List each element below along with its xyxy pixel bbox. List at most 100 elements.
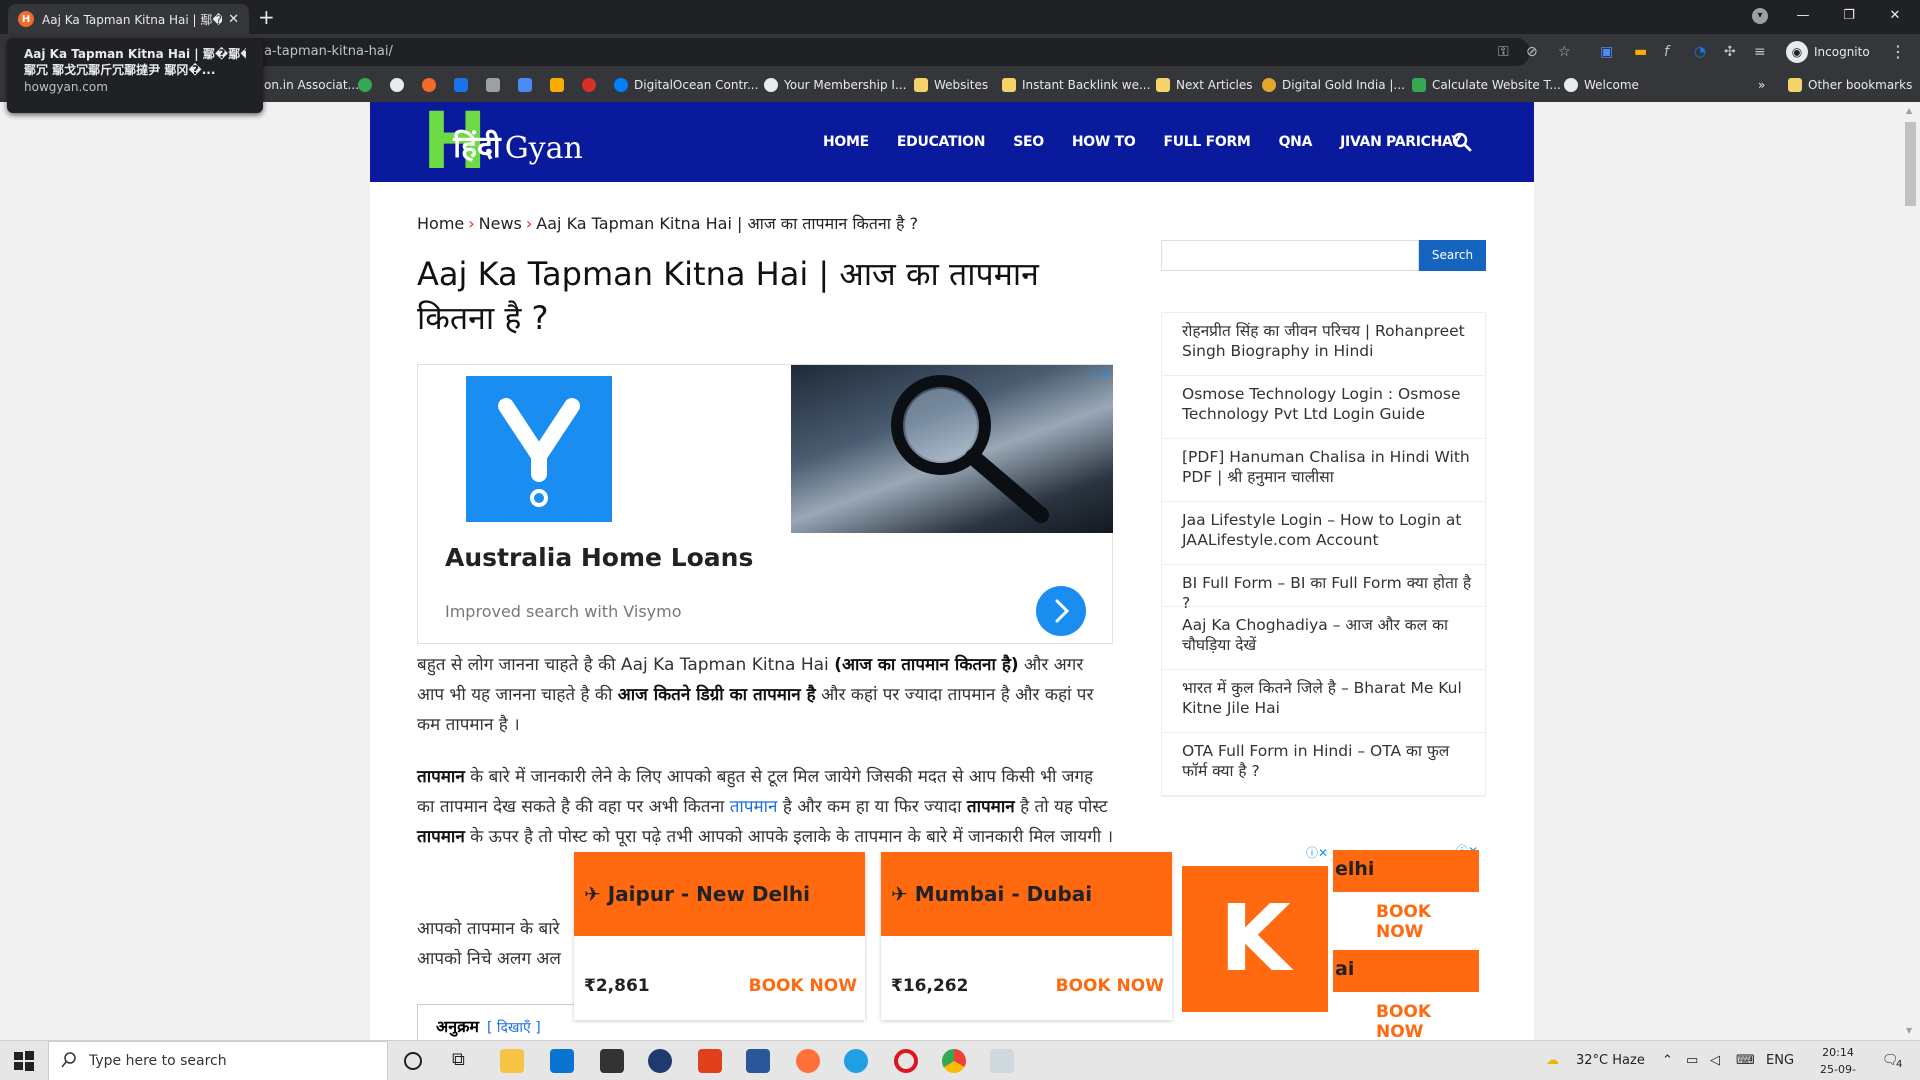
extension-note-icon[interactable]: ▬ bbox=[1634, 44, 1647, 60]
sidebar-search-button[interactable]: Search bbox=[1419, 240, 1486, 271]
bookmark-item[interactable]: Calculate Website T... bbox=[1412, 78, 1561, 92]
toc-toggle-link[interactable]: [ दिखाएँ ] bbox=[487, 1020, 541, 1036]
bookmark-icon-only[interactable] bbox=[358, 78, 378, 92]
scrollbar-thumb[interactable] bbox=[1905, 122, 1916, 206]
bookmark-item[interactable]: Welcome bbox=[1564, 78, 1639, 92]
flight-ad-partial[interactable]: elhi BOOK NOW ai BOOK NOW bbox=[1333, 850, 1479, 1040]
sidebar-search-input[interactable] bbox=[1161, 240, 1419, 271]
windows-start-icon[interactable] bbox=[12, 1049, 36, 1073]
taskbar-search-input[interactable]: Type here to search bbox=[48, 1041, 388, 1080]
more-bookmarks-button[interactable]: » bbox=[1758, 78, 1765, 92]
bookmark-item[interactable]: Digital Gold India |... bbox=[1262, 78, 1405, 92]
tab-close-icon[interactable]: ✕ bbox=[228, 12, 239, 27]
close-window-button[interactable]: ✕ bbox=[1872, 8, 1918, 23]
tab-search-icon[interactable]: ▾ bbox=[1752, 8, 1768, 24]
flight-ad-card[interactable]: ✈ Jaipur - New Delhi ₹2,861 BOOK NOW bbox=[574, 852, 865, 1020]
flight-ad-card[interactable]: ✈ Mumbai - Dubai ₹16,262 BOOK NOW bbox=[881, 852, 1172, 1020]
article-link[interactable]: तापमान bbox=[730, 797, 778, 817]
task-view-icon[interactable]: ⧉ bbox=[452, 1049, 476, 1073]
extension-fx-icon[interactable]: f bbox=[1664, 44, 1669, 60]
extensions-puzzle-icon[interactable]: ✣ bbox=[1724, 44, 1736, 60]
weather-text[interactable]: 32°C Haze bbox=[1576, 1053, 1645, 1068]
bookmark-icon-only[interactable] bbox=[390, 78, 410, 92]
bookmark-icon-only[interactable] bbox=[518, 78, 538, 92]
chrome-icon[interactable] bbox=[942, 1049, 966, 1073]
cortana-icon[interactable] bbox=[404, 1052, 422, 1070]
keyboard-icon[interactable]: ⌨ bbox=[1736, 1053, 1755, 1068]
scroll-down-icon[interactable]: ▼ bbox=[1906, 1026, 1912, 1035]
restore-button[interactable]: ❐ bbox=[1826, 8, 1872, 23]
word-icon[interactable] bbox=[746, 1049, 770, 1073]
bookmark-icon-only[interactable] bbox=[422, 78, 442, 92]
media-app-icon[interactable] bbox=[648, 1049, 672, 1073]
scroll-up-icon[interactable]: ▲ bbox=[1906, 106, 1912, 115]
bookmark-icon-only[interactable] bbox=[454, 78, 474, 92]
adchoices-icon[interactable]: ⓘ✕ bbox=[1306, 844, 1328, 861]
search-icon[interactable] bbox=[1450, 130, 1474, 154]
bookmark-icon-only[interactable] bbox=[486, 78, 506, 92]
network-icon[interactable]: ▭ bbox=[1686, 1053, 1698, 1068]
recent-post-link[interactable]: Aaj Ka Choghadiya – आज और कल का चौघड़िया… bbox=[1162, 607, 1485, 670]
recent-post-link[interactable]: BI Full Form – BI का Full Form क्या होता… bbox=[1162, 565, 1485, 612]
key-icon[interactable]: ⚿ bbox=[1498, 44, 1509, 60]
system-clock[interactable]: 20:14 25-09-2021 bbox=[1810, 1044, 1866, 1080]
office-icon[interactable] bbox=[698, 1049, 722, 1073]
recent-post-link[interactable]: भारत में कुल कितने जिले है – Bharat Me K… bbox=[1162, 670, 1485, 733]
incognito-profile-button[interactable]: ◉ Incognito bbox=[1786, 40, 1870, 64]
file-explorer-icon[interactable] bbox=[500, 1049, 524, 1073]
extension-c-icon[interactable]: ◔ bbox=[1694, 44, 1706, 60]
site-logo[interactable]: H हिंदी Gyan bbox=[422, 103, 583, 181]
recent-post-link[interactable]: [PDF] Hanuman Chalisa in Hindi With PDF … bbox=[1162, 439, 1485, 502]
show-hidden-icons-icon[interactable]: ⌃ bbox=[1662, 1053, 1673, 1068]
opera-icon[interactable] bbox=[894, 1049, 918, 1073]
other-bookmarks-folder[interactable]: Other bookmarks bbox=[1788, 78, 1912, 92]
kayak-logo[interactable]: K bbox=[1182, 866, 1328, 1012]
book-now-button[interactable]: BOOK NOW bbox=[749, 976, 857, 996]
page-scrollbar[interactable]: ▲ ▼ bbox=[1901, 102, 1920, 1040]
breadcrumb-home[interactable]: Home bbox=[417, 214, 464, 233]
bookmark-item[interactable]: DigitalOcean Contr... bbox=[614, 78, 758, 92]
bookmark-icon-only[interactable] bbox=[550, 78, 570, 92]
paint-icon[interactable] bbox=[990, 1049, 1014, 1073]
nav-how-to[interactable]: HOW TO bbox=[1072, 134, 1136, 150]
display-ad[interactable]: ⓘ✕ Australia Home Loans Improved search … bbox=[417, 364, 1113, 644]
address-bar[interactable]: a-tapman-kitna-hai/ bbox=[240, 38, 1530, 66]
new-tab-button[interactable]: + bbox=[258, 5, 275, 29]
browser-tab[interactable]: H Aaj Ka Tapman Kitna Hai | 鄢�鄢 ✕ bbox=[8, 4, 249, 34]
breadcrumb-news[interactable]: News bbox=[479, 214, 522, 233]
adchoices-icon[interactable]: ⓘ✕ bbox=[1088, 365, 1110, 382]
recent-post-link[interactable]: रोहनप्रीत सिंह का जीवन परिचय | Rohanpree… bbox=[1162, 313, 1485, 376]
recent-post-link[interactable]: Osmose Technology Login : Osmose Technol… bbox=[1162, 376, 1485, 439]
minimize-button[interactable]: — bbox=[1780, 8, 1826, 23]
firefox-icon[interactable] bbox=[796, 1049, 820, 1073]
nav-full-form[interactable]: FULL FORM bbox=[1163, 134, 1250, 150]
nav-jivan-parichay[interactable]: JIVAN PARICHAY bbox=[1340, 134, 1461, 150]
language-indicator[interactable]: ENG bbox=[1766, 1053, 1794, 1068]
volume-icon[interactable]: ◁ bbox=[1710, 1053, 1720, 1068]
eye-off-icon[interactable]: ⊘ bbox=[1526, 44, 1538, 60]
recent-post-link[interactable]: Jaa Lifestyle Login – How to Login at JA… bbox=[1162, 502, 1485, 565]
bookmark-item[interactable]: on.in Associat... bbox=[264, 78, 359, 92]
ad-arrow-button[interactable] bbox=[1036, 586, 1086, 636]
book-now-button[interactable]: BOOK NOW bbox=[1056, 976, 1164, 996]
extension-n-icon[interactable]: ▣ bbox=[1600, 44, 1613, 60]
store-icon[interactable] bbox=[600, 1049, 624, 1073]
ad-headline[interactable]: Australia Home Loans bbox=[445, 543, 753, 572]
mail-icon[interactable] bbox=[550, 1049, 574, 1073]
nav-home[interactable]: HOME bbox=[823, 134, 869, 150]
star-icon[interactable]: ☆ bbox=[1558, 44, 1571, 60]
bookmark-folder[interactable]: Instant Backlink we... bbox=[1002, 78, 1150, 92]
book-now-button[interactable]: BOOK NOW bbox=[1376, 1002, 1479, 1040]
nav-qna[interactable]: QNA bbox=[1279, 134, 1313, 150]
bookmark-folder[interactable]: Next Articles bbox=[1156, 78, 1253, 92]
browser-menu-icon[interactable]: ⋮ bbox=[1890, 42, 1906, 61]
book-now-button[interactable]: BOOK NOW bbox=[1376, 902, 1479, 942]
edge-icon[interactable] bbox=[844, 1049, 868, 1073]
bookmark-folder[interactable]: Websites bbox=[914, 78, 988, 92]
nav-education[interactable]: EDUCATION bbox=[897, 134, 986, 150]
nav-seo[interactable]: SEO bbox=[1013, 134, 1044, 150]
bookmark-item[interactable]: Your Membership I... bbox=[764, 78, 906, 92]
recent-post-link[interactable]: OTA Full Form in Hindi – OTA का फुल फॉर्… bbox=[1162, 733, 1485, 796]
reading-list-icon[interactable]: ≡ bbox=[1754, 44, 1766, 60]
bookmark-icon-only[interactable] bbox=[582, 78, 602, 92]
